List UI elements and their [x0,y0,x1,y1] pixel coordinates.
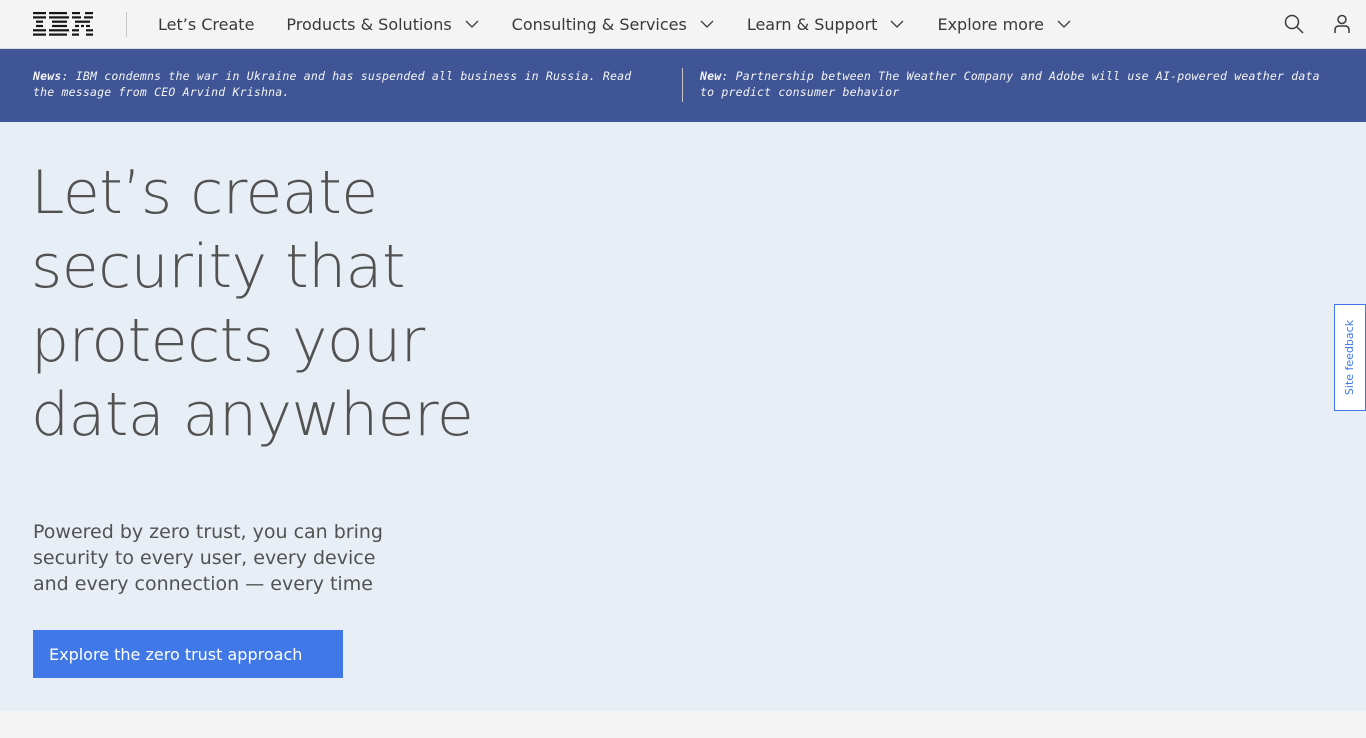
explore-zero-trust-button[interactable]: Explore the zero trust approach [33,630,343,678]
news-text: : IBM condemns the war in Ukraine and ha… [33,69,632,99]
news-link-weather-adobe[interactable]: New: Partnership between The Weather Com… [700,68,1320,100]
nav-item-label: Consulting & Services [511,14,687,34]
news-tag: New [700,69,722,83]
below-fold-section [0,711,1366,738]
hero-subtitle: Powered by zero trust, you can bring sec… [33,521,383,595]
nav-learn-support[interactable]: Learn & Support [731,0,922,48]
nav-item-label: Products & Solutions [286,14,452,34]
nav-item-label: Explore more [937,14,1045,34]
ibm-logo[interactable] [33,12,93,36]
site-feedback-tab[interactable]: Site feedback [1334,304,1366,411]
user-icon[interactable] [1330,12,1354,36]
chevron-down-icon [1057,20,1071,28]
hero-section: Let’s create security that protects your… [0,122,1366,711]
chevron-down-icon [700,20,714,28]
nav-consulting-services[interactable]: Consulting & Services [496,0,731,48]
news-link-ukraine[interactable]: News: IBM condemns the war in Ukraine an… [33,68,653,100]
news-tag: News [33,69,62,83]
top-navigation: Let’s Create Products & Solutions Consul… [0,0,1366,49]
chevron-down-icon [890,20,904,28]
banner-divider [682,68,683,102]
hero-title: Let’s create security that protects your… [31,158,474,450]
news-text: : Partnership between The Weather Compan… [700,69,1320,99]
nav-lets-create[interactable]: Let’s Create [142,0,270,48]
nav-item-label: Let’s Create [158,14,255,34]
site-feedback-label: Site feedback [1343,319,1357,396]
nav-products-solutions[interactable]: Products & Solutions [270,0,495,48]
news-banner: News: IBM condemns the war in Ukraine an… [0,49,1366,122]
nav-item-label: Learn & Support [746,14,878,34]
main-nav: Let’s Create Products & Solutions Consul… [142,0,1088,48]
chevron-down-icon [465,20,479,28]
search-icon[interactable] [1282,12,1306,36]
nav-explore-more[interactable]: Explore more [921,0,1088,48]
logo-divider [126,12,127,37]
